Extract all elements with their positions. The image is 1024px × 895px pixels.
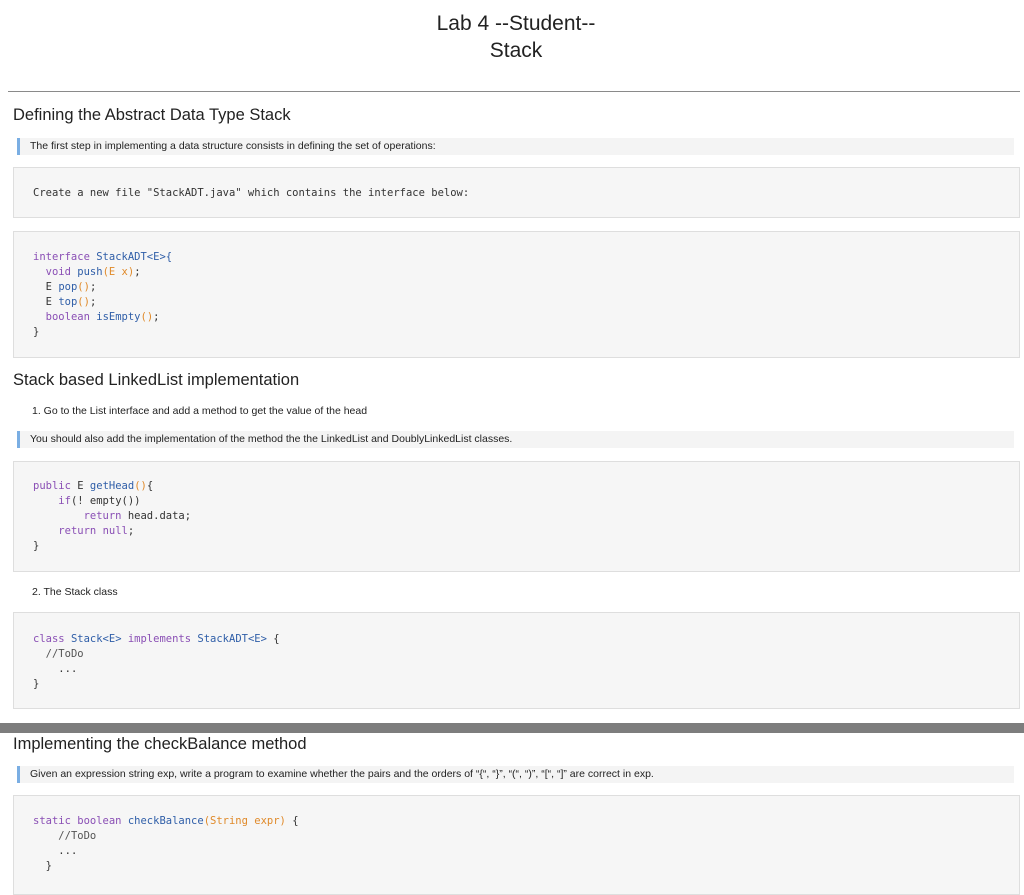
- code-gethead: public E getHead(){ if(! empty()) return…: [33, 480, 192, 552]
- instruction-block: Create a new file "StackADT.java" which …: [13, 167, 1020, 218]
- list-item-2: 2. The Stack class: [32, 586, 118, 598]
- section-divider-band: [0, 723, 1024, 733]
- list-item-1: 1. Go to the List interface and add a me…: [32, 405, 368, 417]
- code-block-checkbalance: static boolean checkBalance(String expr)…: [13, 795, 1020, 895]
- note-adt: The first step in implementing a data st…: [17, 138, 1014, 155]
- page-title-line-1: Lab 4 --Student--: [436, 12, 596, 35]
- note-checkbalance: Given an expression string exp, write a …: [17, 766, 1014, 783]
- note-linkedlist: You should also add the implementation o…: [17, 431, 1014, 448]
- code-block-stack-class: class Stack<E> implements StackADT<E> { …: [13, 612, 1020, 709]
- page-title-line-2: Stack: [489, 39, 543, 62]
- code-checkbalance: static boolean checkBalance(String expr)…: [33, 815, 299, 872]
- code-block-stackadt: interface StackADT<E>{ void push(E x); E…: [13, 231, 1020, 358]
- section-heading-checkbalance: Implementing the checkBalance method: [13, 735, 307, 753]
- code-stack-class: class Stack<E> implements StackADT<E> { …: [33, 633, 280, 690]
- page-title: Lab 4 --Student-- Stack: [0, 10, 1024, 64]
- code-stackadt: interface StackADT<E>{ void push(E x); E…: [33, 251, 173, 338]
- section-heading-linkedlist: Stack based LinkedList implementation: [13, 371, 300, 389]
- instruction-text: Create a new file "StackADT.java" which …: [33, 187, 470, 199]
- code-block-gethead: public E getHead(){ if(! empty()) return…: [13, 461, 1020, 572]
- section-heading-adt: Defining the Abstract Data Type Stack: [13, 106, 291, 124]
- title-divider: [8, 91, 1020, 92]
